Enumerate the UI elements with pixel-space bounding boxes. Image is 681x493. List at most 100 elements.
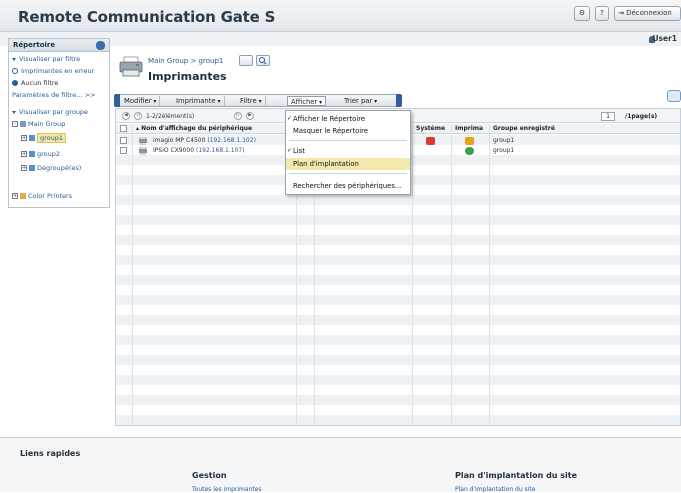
menu-separator [289, 140, 407, 141]
first-page-button[interactable]: ◀ [122, 112, 130, 120]
row-stripe [116, 215, 680, 225]
search-button[interactable] [256, 55, 270, 66]
column-divider [451, 124, 452, 426]
expand-tree-icon: + [12, 193, 18, 199]
group-view-toggle[interactable]: Visualiser par groupe [12, 108, 88, 116]
device-group: group1 [493, 147, 515, 154]
column-header-name-label: Nom d'affichage du périphérique [141, 125, 253, 132]
radio-selected-icon [12, 80, 18, 86]
group-icon [20, 121, 26, 127]
folder-icon [29, 165, 35, 171]
group-icon [20, 193, 26, 199]
directory-title: Répertoire [13, 41, 56, 49]
collapse-icon[interactable] [96, 41, 105, 50]
filter-none[interactable]: Aucun filtre [12, 79, 58, 87]
row-stripe [116, 395, 680, 405]
toolbar-cap-left [114, 94, 120, 107]
filter-view-label: Visualiser par filtre [19, 55, 81, 63]
printer-icon [139, 147, 147, 155]
view-menu[interactable]: Afficher [287, 96, 327, 106]
expand-tree-icon: + [21, 165, 27, 171]
filter-view-toggle[interactable]: Visualiser par filtre [12, 55, 80, 63]
quick-links-title: Liens rapides [20, 449, 81, 458]
tree-color-printers-label: Color Printers [28, 192, 73, 200]
group-view-label: Visualiser par groupe [19, 108, 89, 116]
tree-main-group[interactable]: - Main Group [12, 120, 65, 128]
gear-icon: ⚙ [578, 9, 586, 17]
device-group: group1 [493, 137, 515, 144]
row-stripe [116, 335, 680, 345]
search-icon [259, 57, 267, 65]
tree-group2-label: group2 [37, 150, 61, 158]
row-checkbox[interactable] [120, 137, 127, 144]
collapse-tree-icon: - [12, 121, 18, 127]
refresh-button[interactable] [667, 90, 681, 102]
logout-button[interactable]: ⇥ Déconnexion [614, 6, 681, 21]
tree-main-group-label: Main Group [28, 120, 66, 128]
row-stripe [116, 195, 680, 205]
page-number-input[interactable]: 1 [601, 112, 615, 121]
device-ip: (192.168.1.102) [207, 137, 256, 144]
row-stripe [116, 295, 680, 305]
sort-menu[interactable]: Trier par [341, 96, 380, 106]
toolbar: Modifier Imprimante Filtre Afficher Trie… [114, 94, 402, 107]
printer-icon [119, 56, 143, 77]
prev-page-button[interactable]: ◁ [134, 112, 142, 120]
expand-triangle-icon [12, 57, 16, 61]
column-divider [489, 124, 490, 426]
radio-icon [12, 68, 18, 74]
row-checkbox[interactable] [120, 147, 127, 154]
last-page-button[interactable]: ▶ [246, 112, 254, 120]
next-page-button[interactable]: ▷ [234, 112, 242, 120]
device-name: IPSiO CX9000 (192.168.1.107) [153, 147, 245, 154]
select-all-checkbox[interactable] [120, 125, 127, 132]
menu-item-list[interactable]: List [286, 145, 410, 157]
row-stripe [116, 415, 680, 425]
user-name[interactable]: User1 [652, 34, 677, 43]
app-title: Remote Communication Gate S [18, 8, 276, 26]
filter-errors[interactable]: Imprimantes en erreur [12, 67, 94, 75]
main-panel: Main Group > group1 Imprimantes Modifier… [114, 46, 681, 436]
help-icon: ? [600, 9, 604, 17]
menu-item-hide-directory[interactable]: Masquer le Répertoire [286, 125, 410, 137]
column-header-group[interactable]: Groupe enregistré [493, 125, 555, 132]
tree-ungrouped[interactable]: + Dégroupé(es) [21, 164, 81, 172]
filter-settings-link[interactable]: Paramètres de filtre... >> [12, 91, 95, 99]
menu-item-layout-map[interactable]: Plan d'implantation [286, 158, 410, 170]
modify-menu[interactable]: Modifier [121, 96, 161, 106]
printer-menu[interactable]: Imprimante [173, 96, 225, 106]
expand-tree-icon: + [21, 151, 27, 157]
column-header-name[interactable]: ▴ Nom d'affichage du périphérique [136, 125, 252, 132]
filter-settings-label: Paramètres de filtre... [12, 91, 83, 99]
row-stripe [116, 355, 680, 365]
menu-item-search-devices[interactable]: Rechercher des périphériques... [286, 180, 410, 192]
directory-header: Répertoire [9, 39, 109, 52]
tree-group2[interactable]: + group2 [21, 150, 60, 158]
menu-item-show-directory[interactable]: Afficher le Répertoire [286, 113, 410, 125]
row-stripe [116, 275, 680, 285]
toolbar-cap-right [396, 94, 402, 107]
quick-links-footer: Liens rapides Gestion Toutes les imprima… [0, 437, 681, 493]
printer-warning-icon [465, 137, 474, 145]
printer-ok-icon [465, 147, 474, 155]
tree-group1-label: group1 [37, 133, 67, 143]
filter-menu[interactable]: Filtre [237, 96, 266, 106]
tree-group1[interactable]: + group1 [21, 133, 67, 143]
device-name-text: imagio MP C4500 [153, 137, 206, 144]
filter-none-label: Aucun filtre [21, 79, 59, 87]
row-stripe [116, 255, 680, 265]
system-error-icon [426, 137, 435, 145]
row-stripe [116, 235, 680, 245]
column-header-printer[interactable]: Imprima [455, 125, 487, 132]
breadcrumb[interactable]: Main Group > group1 [148, 57, 223, 65]
page-title: Imprimantes [148, 70, 227, 83]
expand-tree-icon: + [21, 135, 27, 141]
column-header-system[interactable]: Système [416, 125, 450, 132]
settings-button[interactable]: ⚙ [574, 6, 590, 21]
list-view-button[interactable] [239, 55, 253, 66]
column-divider [132, 124, 133, 426]
help-button[interactable]: ? [595, 6, 609, 21]
row-stripe [116, 375, 680, 385]
tree-color-printers[interactable]: + Color Printers [12, 192, 72, 200]
printer-icon [139, 137, 147, 145]
